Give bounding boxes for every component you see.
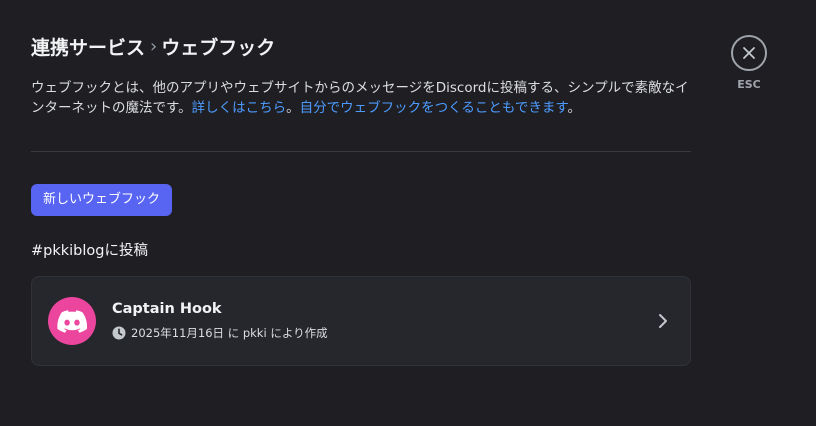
learn-more-link[interactable]: 詳しくはこちら [192, 100, 287, 116]
channel-heading: #pkkiblogに投稿 [31, 243, 148, 259]
close-button[interactable] [731, 35, 767, 71]
description-mid: 。 [286, 100, 300, 116]
chevron-right-icon [659, 314, 667, 328]
divider [31, 151, 691, 152]
clock-icon [112, 326, 126, 340]
breadcrumb-separator: › [150, 35, 158, 57]
esc-label: ESC [737, 78, 761, 91]
webhooks-page: 連携サービス › ウェブフック ウェブフックとは、他のアプリやウェブサイトからの… [31, 33, 691, 366]
webhook-name: Captain Hook [112, 301, 222, 317]
close-control: ESC [731, 35, 767, 91]
webhook-item[interactable]: Captain Hook 2025年11月16日 に pkki により作成 [31, 276, 691, 366]
webhook-created-info: 2025年11月16日 に pkki により作成 [112, 325, 328, 341]
create-your-own-link[interactable]: 自分でウェブフックをつくることもできます [300, 100, 568, 116]
webhook-avatar [48, 297, 96, 345]
page-title: ウェブフック [161, 36, 276, 59]
webhook-created-text: 2025年11月16日 に pkki により作成 [131, 326, 328, 340]
discord-icon [57, 309, 87, 333]
breadcrumb-parent[interactable]: 連携サービス [31, 33, 145, 60]
close-icon [743, 47, 755, 59]
new-webhook-button[interactable]: 新しいウェブフック [31, 184, 173, 216]
breadcrumb: 連携サービス › ウェブフック [31, 33, 691, 59]
description-end: 。 [567, 100, 582, 116]
webhooks-description: ウェブフックとは、他のアプリやウェブサイトからのメッセージをDiscordに投稿… [31, 78, 691, 118]
